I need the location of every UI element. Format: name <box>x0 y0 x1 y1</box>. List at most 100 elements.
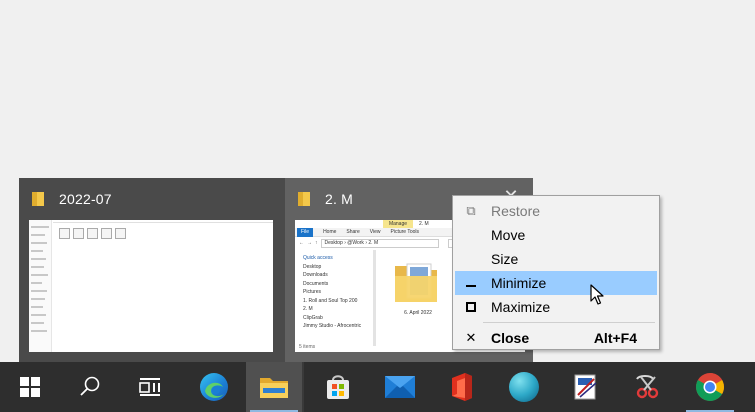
preview-tree-item: Documents <box>303 280 329 287</box>
preview-status-text: 5 items <box>299 344 316 350</box>
windows-logo-icon <box>20 377 40 397</box>
preview-line <box>31 322 44 324</box>
preview-ribbon-tab: View <box>369 229 381 235</box>
task-view-button[interactable] <box>122 362 178 412</box>
circle-app-button[interactable] <box>496 362 552 412</box>
snipping-tool-icon <box>636 375 659 399</box>
preview-line <box>31 306 43 308</box>
preview-line <box>31 282 42 284</box>
search-icon <box>80 376 100 396</box>
folder-icon <box>395 263 437 302</box>
store-icon <box>327 375 349 399</box>
thumbnail-title: 2022-07 <box>59 191 112 207</box>
menu-item-restore[interactable]: ⧉ Restore <box>455 199 657 223</box>
maximize-icon <box>455 295 487 319</box>
start-button[interactable] <box>2 362 58 412</box>
preview-line <box>31 234 45 236</box>
file-explorer-icon <box>260 378 288 398</box>
preview-nav-tree: Quick access Desktop Downloads Documents… <box>303 254 371 331</box>
window-thumbnail-2022-07[interactable]: 2022-07 <box>19 178 285 362</box>
menu-item-shortcut: Alt+F4 <box>593 330 637 346</box>
preview-ribbon-tab: Share <box>346 229 360 235</box>
back-arrow-icon: ← <box>299 240 304 246</box>
folder-icon <box>298 192 310 206</box>
file-thumb-icon <box>87 228 98 239</box>
taskbar-divider <box>302 362 304 412</box>
preview-line <box>31 266 44 268</box>
preview-ribbon-tab: File <box>297 227 314 237</box>
chrome-button[interactable] <box>682 362 738 412</box>
file-thumb-icon <box>115 228 126 239</box>
menu-item-label: Move <box>491 227 526 243</box>
office-icon <box>452 373 472 401</box>
menu-item-maximize[interactable]: Maximize <box>455 295 657 319</box>
blue-circle-app-icon <box>509 372 539 402</box>
up-arrow-icon: ↑ <box>315 240 318 246</box>
menu-item-label: Restore <box>491 203 541 219</box>
preview-ribbon-tab: Picture Tools <box>390 229 420 235</box>
mail-button[interactable] <box>372 362 428 412</box>
preview-drive-label: 2. M <box>419 221 429 227</box>
chrome-icon <box>696 373 724 401</box>
menu-item-move[interactable]: Move <box>455 223 657 247</box>
edge-button[interactable] <box>186 362 242 412</box>
menu-icon-slot <box>455 223 487 247</box>
menu-icon-slot <box>455 247 487 271</box>
preview-address-bar: Desktop › @Work › 2. M <box>320 238 439 248</box>
preview-line <box>31 330 47 332</box>
preview-tree-item: 1. Roll and Soul Top 200 <box>303 297 358 304</box>
file-thumb-icon <box>59 228 70 239</box>
menu-item-label: Size <box>491 251 519 267</box>
preview-tree-item: Quick access <box>303 255 333 261</box>
task-view-icon <box>139 378 160 396</box>
file-thumb-icon <box>101 228 112 239</box>
preview-line <box>31 314 46 316</box>
file-explorer-button[interactable] <box>246 362 302 412</box>
window-preview <box>29 220 273 352</box>
paint-app-button[interactable] <box>558 362 614 412</box>
preview-ribbon-tab: Home <box>323 229 337 235</box>
mail-icon <box>385 376 415 398</box>
preview-line <box>31 242 47 244</box>
menu-item-label: Maximize <box>491 299 551 315</box>
paint-app-icon <box>574 374 597 400</box>
menu-item-label: Close <box>491 330 530 346</box>
menu-item-minimize[interactable]: Minimize <box>455 271 657 295</box>
mouse-cursor-icon <box>590 284 604 305</box>
thumbnail-title: 2. M <box>325 191 354 207</box>
minimize-icon <box>455 271 487 295</box>
preview-scrollbar <box>373 250 376 346</box>
menu-item-size[interactable]: Size <box>455 247 657 271</box>
preview-tree-item: 2. M <box>303 306 313 312</box>
store-button[interactable] <box>310 362 366 412</box>
preview-line <box>31 298 45 300</box>
folder-icon <box>32 192 44 206</box>
file-thumb-icon <box>73 228 84 239</box>
preview-line <box>31 226 49 228</box>
edge-icon <box>200 373 228 401</box>
close-icon: ✕ <box>465 330 477 345</box>
menu-separator <box>483 322 655 323</box>
preview-tree-item: Jimmy Studio - Afrocentric <box>303 323 362 329</box>
preview-line <box>31 290 47 292</box>
preview-folder-caption: 6. April 2022 <box>404 310 432 316</box>
preview-tree-item: Desktop <box>303 263 322 270</box>
window-context-menu: ⧉ Restore Move Size Minimize Maximize ✕ … <box>452 195 660 350</box>
preview-manage-tab: Manage <box>383 220 413 228</box>
snipping-tool-button[interactable] <box>620 362 676 412</box>
taskbar <box>0 362 755 412</box>
forward-arrow-icon: → <box>307 240 312 246</box>
thumbnail-header: 2. M <box>297 188 353 210</box>
preview-line <box>31 258 46 260</box>
menu-item-close[interactable]: ✕ Close Alt+F4 <box>455 326 657 350</box>
preview-line <box>31 274 48 276</box>
office-button[interactable] <box>434 362 490 412</box>
preview-nav-pane <box>29 220 52 352</box>
search-button[interactable] <box>62 362 118 412</box>
preview-line <box>53 222 273 223</box>
restore-icon: ⧉ <box>466 203 476 218</box>
thumbnail-header: 2022-07 <box>31 188 112 210</box>
preview-line <box>31 250 43 252</box>
preview-tree-item: ClipGrab <box>303 314 323 321</box>
preview-tree-item: Downloads <box>303 272 328 278</box>
